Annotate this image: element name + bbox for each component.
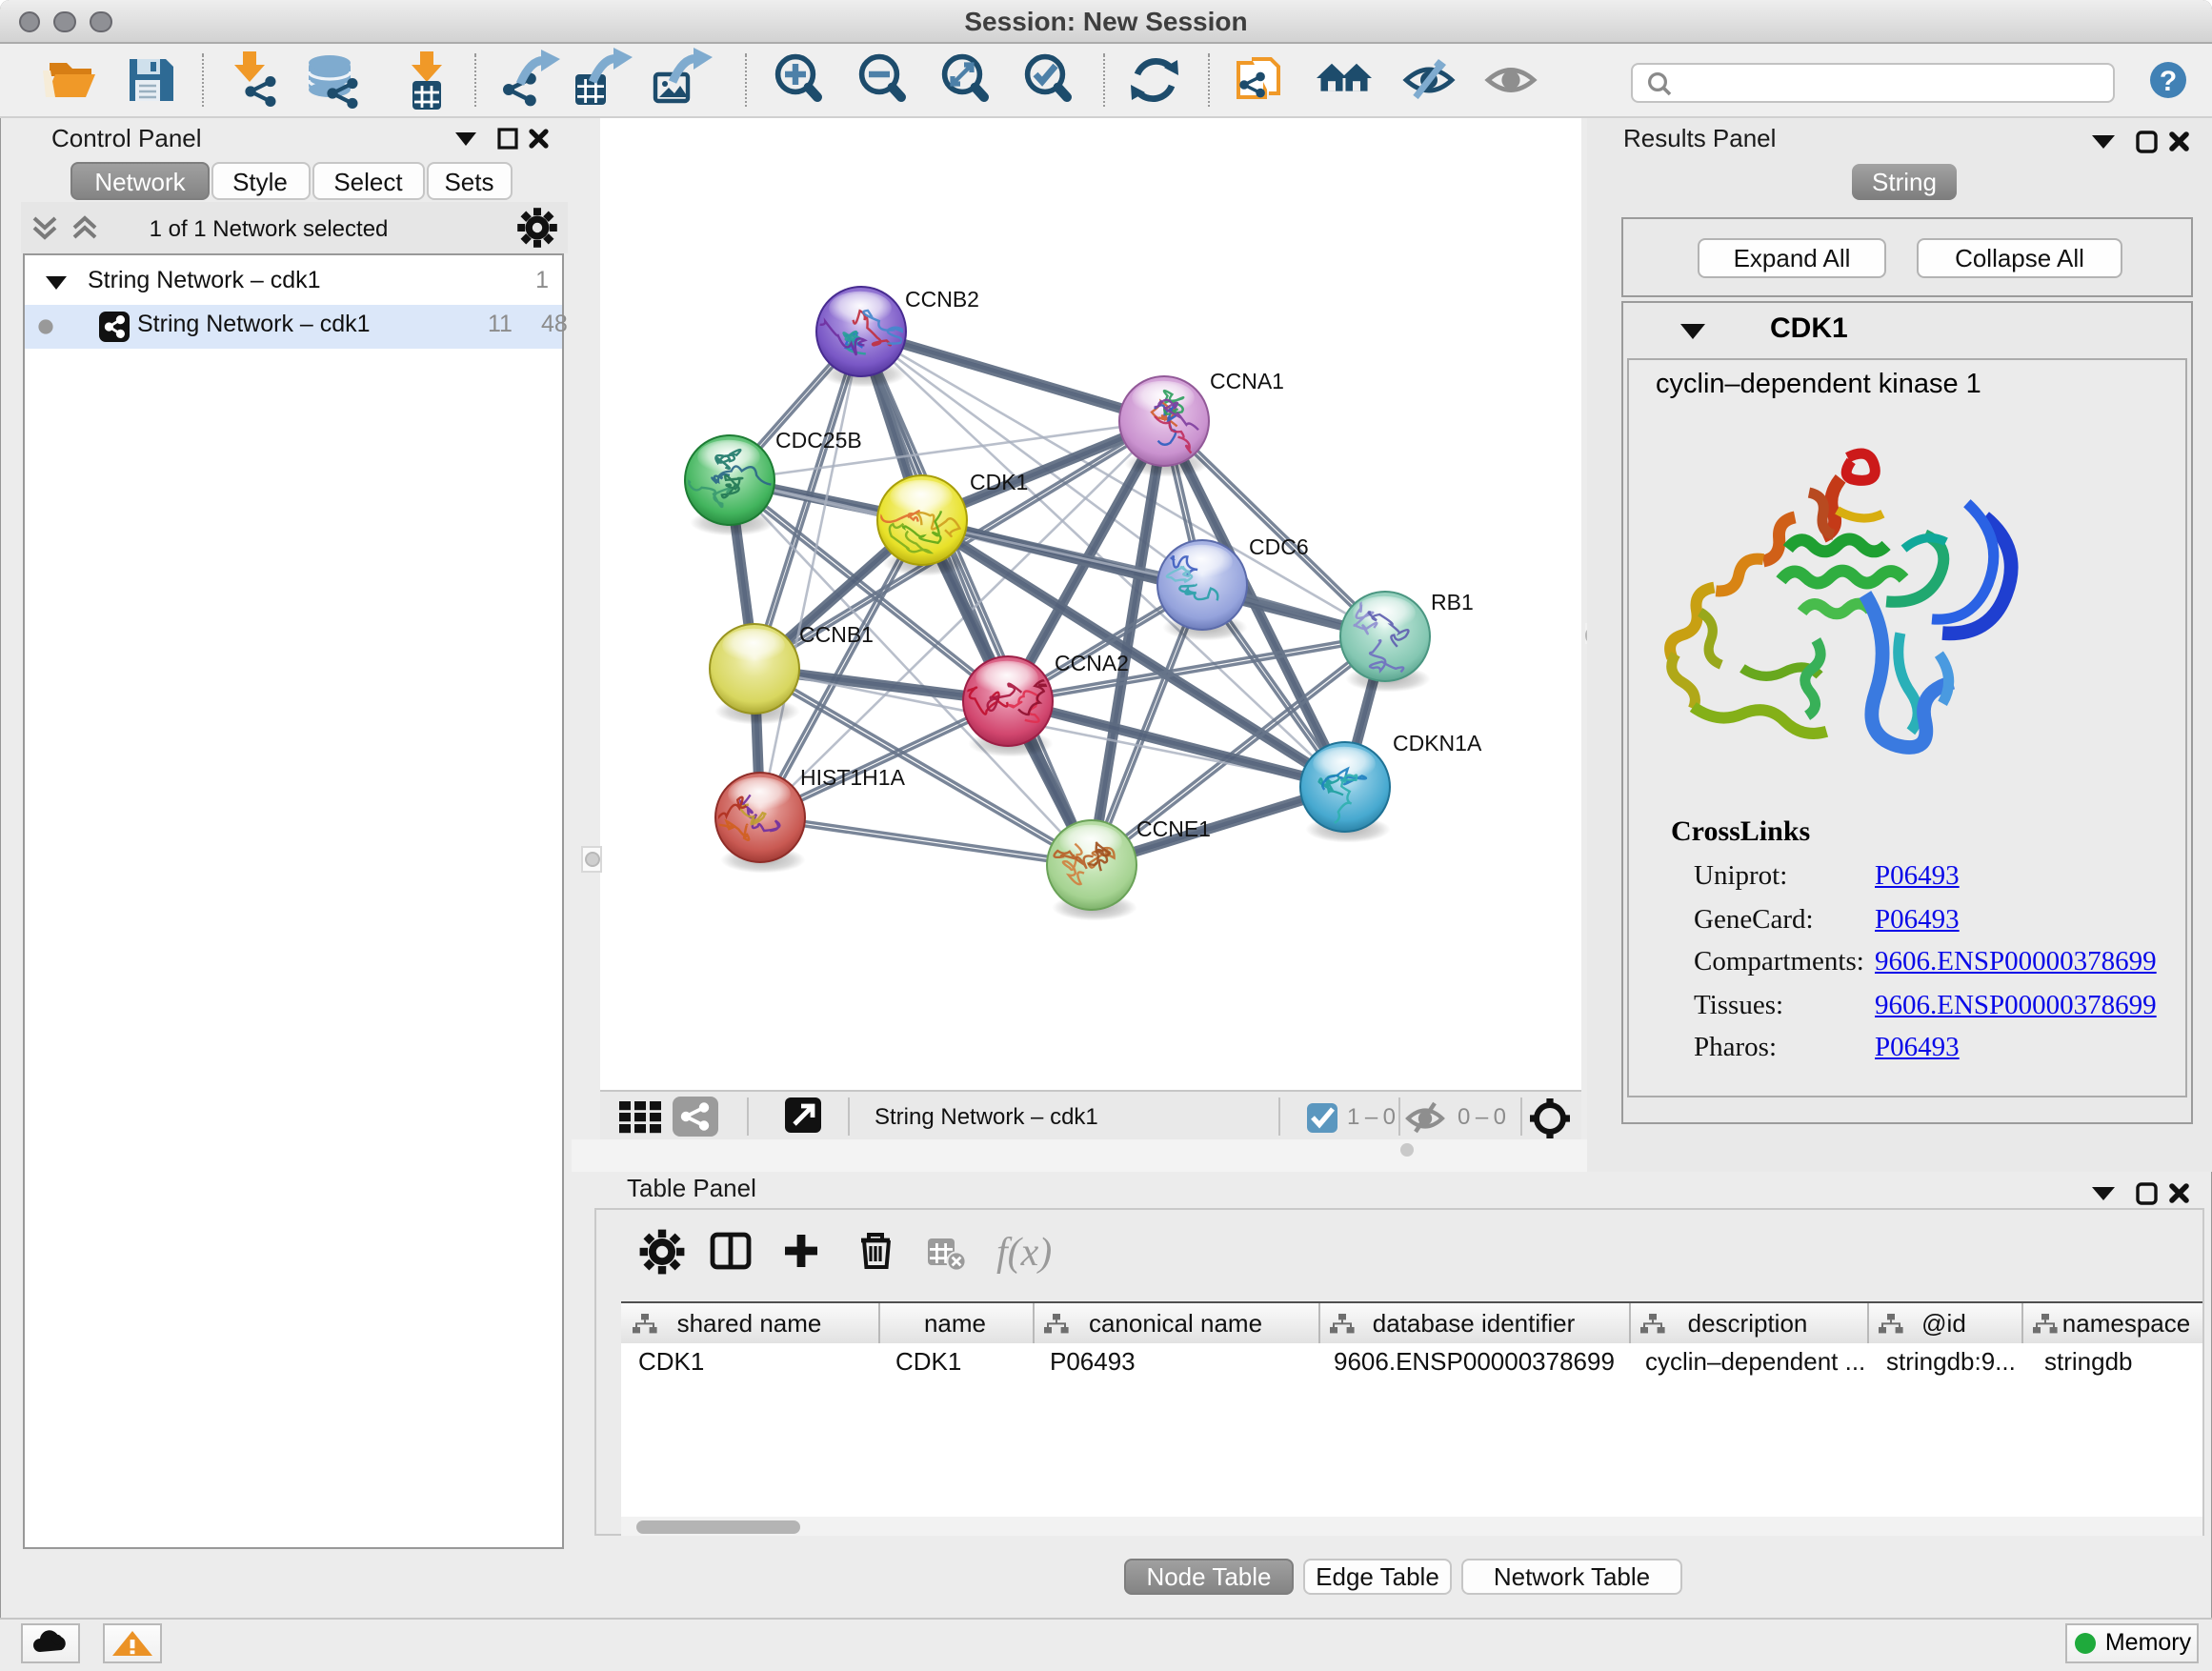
svg-text:?: ? (2160, 66, 2177, 97)
svg-text:CDC25B: CDC25B (775, 428, 862, 453)
svg-text:CCNA1: CCNA1 (1210, 369, 1284, 393)
svg-text:RB1: RB1 (1431, 590, 1474, 614)
svg-text:CCNB2: CCNB2 (905, 287, 979, 312)
svg-text:CCNB1: CCNB1 (799, 622, 874, 647)
svg-text:f(x): f(x) (996, 1231, 1052, 1275)
svg-text:CDC6: CDC6 (1249, 534, 1309, 559)
svg-text:CDKN1A: CDKN1A (1393, 731, 1482, 755)
svg-text:CCNA2: CCNA2 (1055, 651, 1129, 675)
svg-text:CDK1: CDK1 (970, 470, 1028, 494)
svg-text:CCNE1: CCNE1 (1136, 816, 1211, 841)
svg-text:HIST1H1A: HIST1H1A (800, 765, 906, 790)
